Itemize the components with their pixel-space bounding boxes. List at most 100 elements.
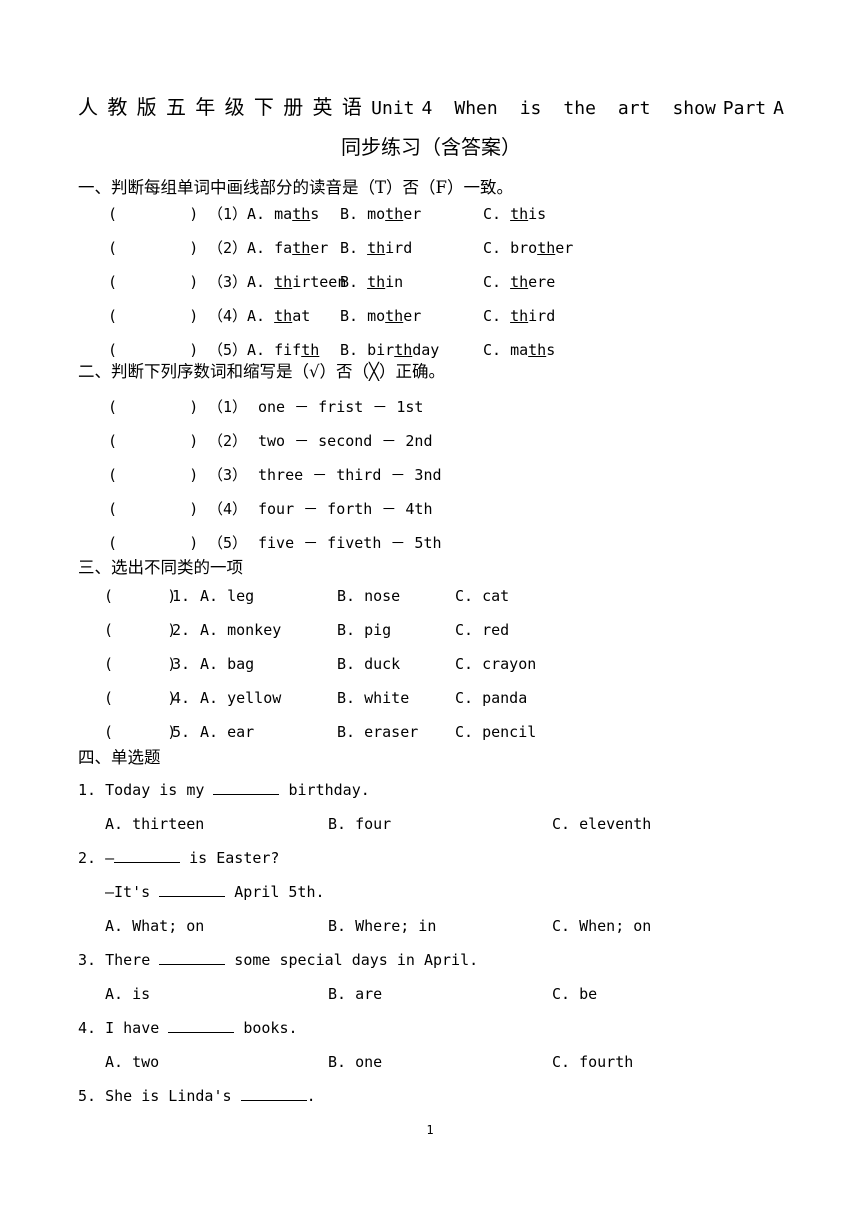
page-number: 1 (426, 1123, 434, 1137)
option-c[interactable]: C. maths (483, 339, 555, 361)
title-word-show: show (672, 98, 716, 119)
option-b[interactable]: B. birthday (340, 339, 439, 361)
question-text: 5. She is Linda's . (78, 1087, 316, 1105)
option-a[interactable]: A. is (105, 983, 150, 1005)
option-a[interactable]: （2）A. father (208, 237, 328, 259)
title-unit-label: Unit (371, 98, 415, 119)
answer-blank-parenthesis[interactable]: ( ) (108, 532, 198, 554)
answer-blank-parenthesis[interactable]: ( ) (108, 430, 198, 452)
item-number: （5） (208, 534, 248, 552)
option-b[interactable]: B. eraser (337, 721, 418, 743)
fill-in-blank[interactable] (240, 1087, 307, 1101)
answer-blank-parenthesis[interactable]: ( ) (108, 305, 198, 327)
option-c[interactable]: C. brother (483, 237, 573, 259)
fill-in-blank[interactable] (168, 1019, 235, 1033)
option-a[interactable]: A. What; on (105, 915, 204, 937)
item-number: （1） (208, 398, 248, 416)
answer-blank-parenthesis[interactable]: ( ) (104, 653, 176, 675)
section-2-heading: 二、判断下列序数词和缩写是（√）否（╳）正确。 (78, 362, 445, 381)
worksheet-page: 人教版五年级下册英语Unit 4 When is the art show Part A 同步练… (0, 0, 860, 1216)
item-number: 5. (172, 723, 191, 741)
option-b[interactable]: B. pig (337, 619, 391, 641)
option-c[interactable]: C. be (552, 983, 597, 1005)
fill-in-blank[interactable] (159, 951, 226, 965)
option-a[interactable]: A. bag (200, 653, 254, 675)
item-number: （2） (208, 432, 248, 450)
item-number: 1. (172, 587, 191, 605)
option-b[interactable]: B. mother (340, 305, 421, 327)
option-c[interactable]: C. this (483, 203, 546, 225)
document-title-block: 人教版五年级下册英语Unit 4 When is the art show Part A 同步练… (78, 92, 784, 162)
title-unit-number: 4 (421, 98, 433, 119)
answer-blank-parenthesis[interactable]: ( ) (108, 396, 198, 418)
option-c[interactable]: C. pencil (455, 721, 536, 743)
item-text: four － forth － 4th (258, 500, 433, 518)
title-word-art: art (617, 98, 651, 119)
question-text: 4. I have books. (78, 1019, 298, 1037)
option-b[interactable]: B. white (337, 687, 409, 709)
title-word-when: When (454, 98, 498, 119)
option-b[interactable]: B. Where; in (328, 915, 436, 937)
option-b[interactable]: B. third (340, 237, 412, 259)
option-a[interactable]: （5）A. fifth (208, 339, 319, 361)
section-1-heading: 一、判断每组单词中画线部分的读音是（T）否（F）一致。 (78, 178, 513, 197)
option-c[interactable]: C. fourth (552, 1051, 633, 1073)
option-b[interactable]: B. thin (340, 271, 403, 293)
option-c[interactable]: C. red (455, 619, 509, 641)
option-b[interactable]: B. mother (340, 203, 421, 225)
answer-blank-parenthesis[interactable]: ( ) (104, 619, 176, 641)
option-c[interactable]: C. third (483, 305, 555, 327)
page-subtitle: 同步练习（含答案） (341, 135, 521, 159)
item-number: 4. (172, 689, 191, 707)
option-b[interactable]: B. one (328, 1051, 382, 1073)
option-c[interactable]: C. there (483, 271, 555, 293)
answer-blank-parenthesis[interactable]: ( ) (108, 498, 198, 520)
item-text: two － second － 2nd (258, 432, 433, 450)
item-number: 2. (172, 621, 191, 639)
option-c[interactable]: C. eleventh (552, 813, 651, 835)
item-number: （4） (208, 500, 248, 518)
answer-blank-parenthesis[interactable]: ( ) (104, 721, 176, 743)
option-a[interactable]: A. monkey (200, 619, 281, 641)
option-a[interactable]: A. ear (200, 721, 254, 743)
fill-in-blank[interactable] (159, 883, 226, 897)
question-text-continued: —It's April 5th. (105, 883, 325, 901)
item-number: 3. (172, 655, 191, 673)
fill-in-blank[interactable] (213, 781, 280, 795)
answer-blank-parenthesis[interactable]: ( ) (108, 203, 198, 225)
item-text: five － fiveth － 5th (258, 534, 442, 552)
answer-blank-parenthesis[interactable]: ( ) (108, 464, 198, 486)
question-text: 1. Today is my birthday. (78, 781, 370, 799)
item-number: （3） (208, 466, 248, 484)
item-text: one － frist － 1st (258, 398, 424, 416)
option-a[interactable]: （4）A. that (208, 305, 310, 327)
option-c[interactable]: C. crayon (455, 653, 536, 675)
option-a[interactable]: （3）A. thirteen (208, 271, 346, 293)
option-a[interactable]: A. yellow (200, 687, 281, 709)
section-3-heading: 三、选出不同类的一项 (78, 558, 243, 577)
option-b[interactable]: B. four (328, 813, 391, 835)
title-word-is: is (519, 98, 542, 119)
option-c[interactable]: C. cat (455, 585, 509, 607)
answer-blank-parenthesis[interactable]: ( ) (104, 585, 176, 607)
answer-blank-parenthesis[interactable]: ( ) (108, 237, 198, 259)
option-a[interactable]: （1）A. maths (208, 203, 319, 225)
page-title-line-1: 人教版五年级下册英语Unit 4 When is the art show Part A (78, 92, 784, 124)
option-a[interactable]: A. thirteen (105, 813, 204, 835)
answer-blank-parenthesis[interactable]: ( ) (108, 271, 198, 293)
option-b[interactable]: B. are (328, 983, 382, 1005)
answer-blank-parenthesis[interactable]: ( ) (104, 687, 176, 709)
title-word-a: A (773, 98, 784, 119)
answer-blank-parenthesis[interactable]: ( ) (108, 339, 198, 361)
question-text: 3. There some special days in April. (78, 951, 479, 969)
title-chinese-part: 人教版五年级下册英语 (78, 95, 372, 119)
title-word-part: Part (722, 98, 767, 119)
option-b[interactable]: B. duck (337, 653, 400, 675)
option-b[interactable]: B. nose (337, 585, 400, 607)
question-text: 2. — is Easter? (78, 849, 280, 867)
option-c[interactable]: C. When; on (552, 915, 651, 937)
option-a[interactable]: A. two (105, 1051, 159, 1073)
option-a[interactable]: A. leg (200, 585, 254, 607)
option-c[interactable]: C. panda (455, 687, 527, 709)
fill-in-blank[interactable] (114, 849, 181, 863)
